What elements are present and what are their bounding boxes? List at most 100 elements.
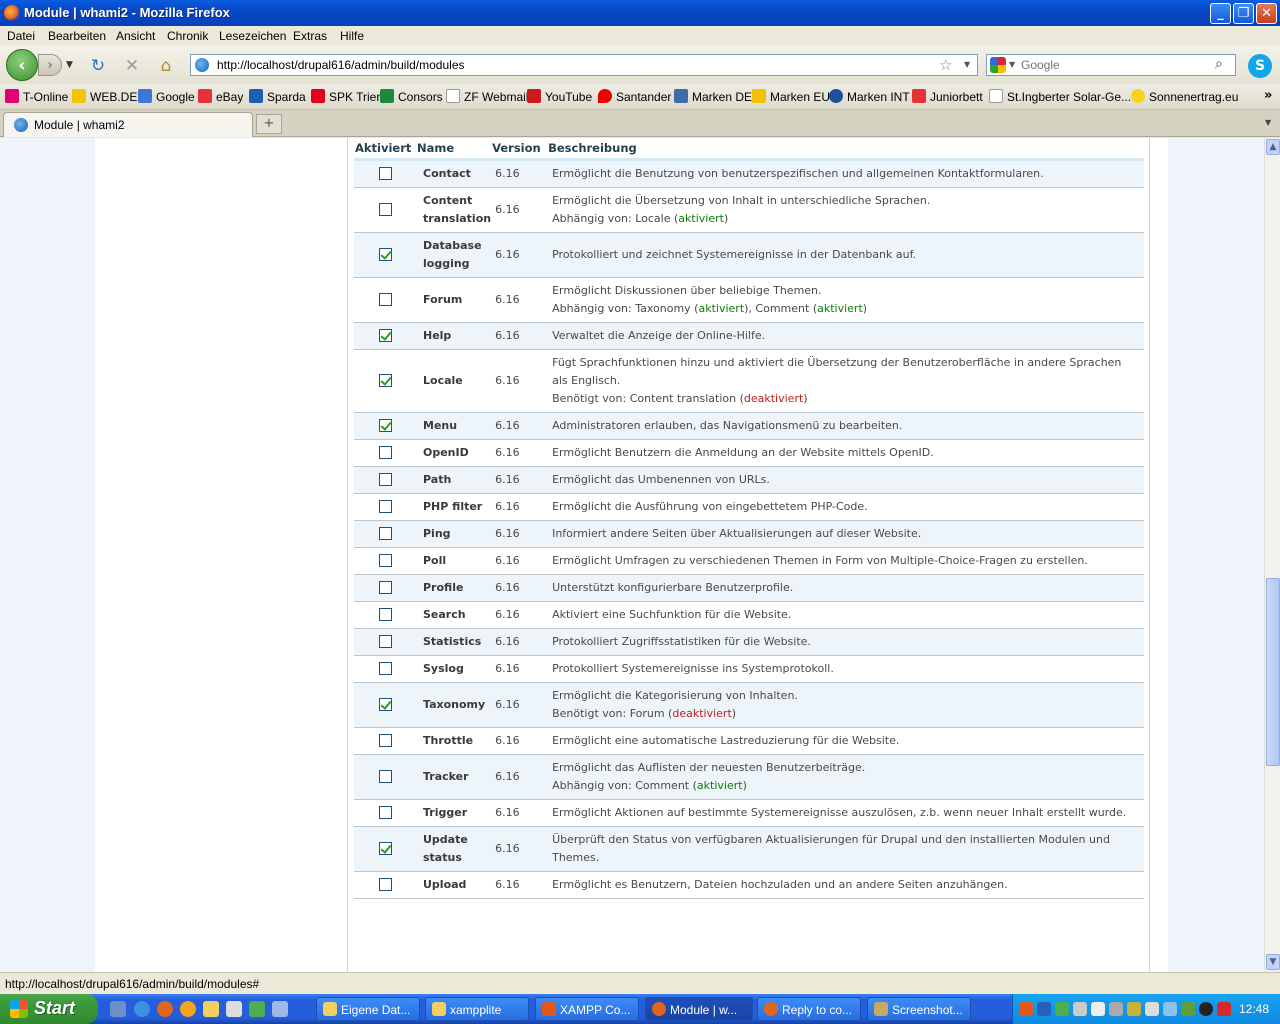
bookmarks-overflow-icon[interactable]: » (1264, 88, 1272, 103)
new-tab-button[interactable]: + (256, 114, 282, 134)
bookmark-marken-de[interactable]: Marken DE (674, 89, 752, 104)
quicklaunch-folder-icon[interactable] (203, 1001, 219, 1017)
module-checkbox[interactable] (378, 293, 392, 306)
module-checkbox[interactable] (378, 473, 392, 486)
start-button[interactable]: Start (0, 994, 98, 1024)
back-button[interactable]: ‹ (6, 49, 38, 81)
menu-datei[interactable]: Datei (7, 29, 35, 43)
scroll-thumb[interactable] (1266, 578, 1280, 766)
module-checkbox[interactable] (378, 167, 392, 180)
reload-icon[interactable]: ↻ (88, 56, 108, 76)
search-box[interactable]: ▼ ⌕ (986, 54, 1236, 76)
quicklaunch-tool-icon[interactable] (272, 1001, 288, 1017)
task-module-firefox[interactable]: Module | w... (645, 997, 753, 1021)
tray-xampp-icon[interactable] (1019, 1002, 1033, 1016)
module-checkbox[interactable] (378, 635, 392, 648)
menu-extras[interactable]: Extras (293, 29, 327, 43)
bookmark-zf-webmail[interactable]: ZF Webmail (446, 89, 528, 104)
google-engine-icon[interactable] (990, 57, 1006, 73)
search-icon[interactable]: ⌕ (1215, 56, 1223, 72)
menu-bearbeiten[interactable]: Bearbeiten (48, 29, 106, 43)
tray-device-icon[interactable] (1145, 1002, 1159, 1016)
minimize-button[interactable]: _ (1210, 3, 1231, 24)
module-checkbox[interactable] (378, 581, 392, 594)
quicklaunch-firefox-icon[interactable] (157, 1001, 173, 1017)
bookmark-marken-int[interactable]: Marken INT (829, 89, 910, 104)
tray-media-icon[interactable] (1199, 1002, 1213, 1016)
tab-list-icon[interactable]: ▼ (1265, 118, 1271, 127)
module-checkbox[interactable] (378, 446, 392, 459)
bookmark-st-ingberter-solar[interactable]: St.Ingberter Solar-Ge... (989, 89, 1131, 104)
module-checkbox[interactable] (378, 329, 392, 342)
module-checkbox[interactable] (378, 698, 392, 711)
vertical-scrollbar[interactable]: ▲ ▼ (1264, 138, 1280, 972)
quicklaunch-media-icon[interactable] (180, 1001, 196, 1017)
module-checkbox[interactable] (378, 734, 392, 747)
bookmark-sparda[interactable]: Sparda (249, 89, 306, 104)
module-checkbox[interactable] (378, 554, 392, 567)
address-bar[interactable]: http://localhost/drupal616/admin/build/m… (190, 54, 978, 76)
bookmark-t-online[interactable]: T-Online (5, 89, 68, 104)
stop-icon[interactable]: ✕ (122, 56, 142, 76)
module-checkbox[interactable] (378, 419, 392, 432)
history-dropdown-icon[interactable]: ▼ (66, 60, 73, 70)
task-xampplite[interactable]: xampplite (425, 997, 529, 1021)
bookmark-spk-trier[interactable]: SPK Trier (311, 89, 380, 104)
tray-speaker-icon[interactable] (1109, 1002, 1123, 1016)
module-checkbox[interactable] (378, 878, 392, 891)
bookmark-santander[interactable]: Santander (598, 89, 671, 104)
tray-app-icon[interactable] (1055, 1002, 1069, 1016)
task-reply-to[interactable]: Reply to co... (757, 997, 861, 1021)
url-dropdown-icon[interactable]: ▼ (964, 60, 970, 69)
quicklaunch-desktop-icon[interactable] (110, 1001, 126, 1017)
engine-dropdown-icon[interactable]: ▼ (1009, 60, 1015, 69)
task-screenshot[interactable]: Screenshot... (867, 997, 971, 1021)
tray-keyboard-icon[interactable] (1091, 1002, 1105, 1016)
bookmark-marken-eu[interactable]: Marken EU (752, 89, 830, 104)
bookmark-juniorbett[interactable]: Juniorbett (912, 89, 983, 104)
menu-lesezeichen[interactable]: Lesezeichen (219, 29, 286, 43)
tray-shield-icon[interactable] (1181, 1002, 1195, 1016)
close-button[interactable]: ✕ (1256, 3, 1277, 24)
module-checkbox[interactable] (378, 806, 392, 819)
tray-network-icon[interactable] (1037, 1002, 1051, 1016)
module-checkbox[interactable] (378, 248, 392, 261)
module-checkbox[interactable] (378, 203, 392, 216)
bookmark-web-de[interactable]: WEB.DE (72, 89, 137, 104)
bookmark-youtube[interactable]: YouTube (527, 89, 592, 104)
drupal-favicon-icon (14, 118, 28, 132)
bookmark-sonnenertrag[interactable]: Sonnenertrag.eu (1131, 89, 1238, 104)
task-eigene-dateien[interactable]: Eigene Dat... (316, 997, 420, 1021)
forward-button[interactable]: › (38, 54, 62, 76)
scroll-down-icon[interactable]: ▼ (1266, 954, 1280, 970)
tab-module-whami2[interactable]: Module | whami2 (3, 112, 253, 137)
home-icon[interactable]: ⌂ (156, 56, 176, 76)
module-checkbox[interactable] (378, 527, 392, 540)
quicklaunch-ie-icon[interactable] (134, 1001, 150, 1017)
menu-hilfe[interactable]: Hilfe (340, 29, 364, 43)
address-url[interactable]: http://localhost/drupal616/admin/build/m… (217, 58, 465, 72)
module-checkbox[interactable] (378, 842, 392, 855)
tray-security-icon[interactable] (1127, 1002, 1141, 1016)
tray-antivirus-icon[interactable] (1217, 1002, 1231, 1016)
module-checkbox[interactable] (378, 608, 392, 621)
bookmark-google[interactable]: Google (138, 89, 195, 104)
bookmark-star-icon[interactable]: ☆ (939, 56, 952, 74)
module-checkbox[interactable] (378, 662, 392, 675)
task-xampp-control[interactable]: XAMPP Co... (535, 997, 639, 1021)
bookmark-ebay[interactable]: eBay (198, 89, 243, 104)
quicklaunch-calculator-icon[interactable] (226, 1001, 242, 1017)
search-input[interactable] (1021, 57, 1211, 73)
maximize-button[interactable]: ❐ (1233, 3, 1254, 24)
module-checkbox[interactable] (378, 500, 392, 513)
scroll-up-icon[interactable]: ▲ (1266, 139, 1280, 155)
menu-chronik[interactable]: Chronik (167, 29, 208, 43)
menu-ansicht[interactable]: Ansicht (116, 29, 155, 43)
tray-update-icon[interactable] (1163, 1002, 1177, 1016)
bookmark-consors[interactable]: Consors (380, 89, 443, 104)
module-checkbox[interactable] (378, 770, 392, 783)
module-checkbox[interactable] (378, 374, 392, 387)
skype-icon[interactable]: S (1248, 54, 1272, 78)
tray-calc-icon[interactable] (1073, 1002, 1087, 1016)
quicklaunch-app-icon[interactable] (249, 1001, 265, 1017)
